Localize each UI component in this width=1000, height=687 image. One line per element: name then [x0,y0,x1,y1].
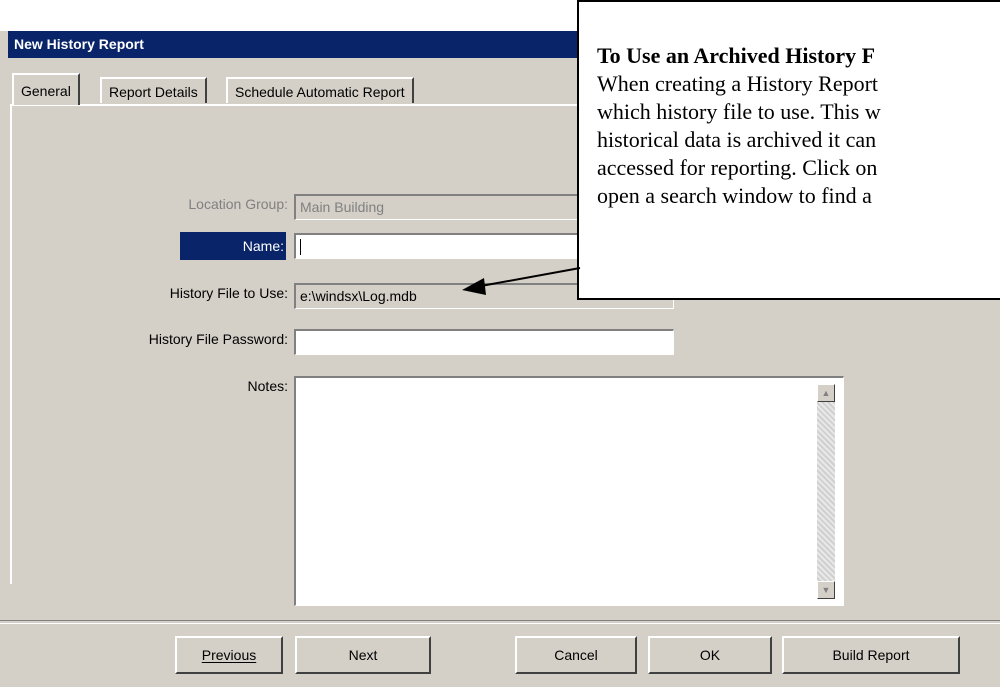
previous-button-label: Previous [201,647,257,663]
tab-report-details[interactable]: Report Details [100,77,207,103]
tab-report-details-label: Report Details [109,84,198,100]
tab-general[interactable]: General [12,73,80,105]
callout-line: accessed for reporting. Click on [597,155,878,180]
cancel-button[interactable]: Cancel [515,636,637,674]
tab-schedule-automatic-report[interactable]: Schedule Automatic Report [226,77,414,103]
previous-button[interactable]: Previous [175,636,283,674]
tab-schedule-label: Schedule Automatic Report [235,84,405,100]
button-separator [0,620,1000,624]
text-cursor [300,239,301,256]
callout-title: To Use an Archived History F [597,43,876,68]
build-report-button[interactable]: Build Report [782,636,960,674]
window-title: New History Report [14,36,144,52]
callout-line: historical data is archived it can [597,127,877,152]
next-button-label: Next [348,647,378,663]
location-group-label: Location Group: [188,196,288,212]
callout-line: which history file to use. This w [597,99,881,124]
scroll-down-icon[interactable]: ▼ [817,581,835,599]
tab-general-label: General [21,83,71,99]
history-password-input[interactable] [294,329,674,355]
next-button[interactable]: Next [295,636,431,674]
callout-line: When creating a History Report [597,71,879,96]
history-file-label: History File to Use: [169,285,288,301]
ok-button-label: OK [699,647,721,663]
callout-line: open a search window to find a [597,183,872,208]
scroll-up-icon[interactable]: ▲ [817,384,835,402]
notes-textarea[interactable]: ▲ ▼ [294,376,844,606]
notes-scrollbar[interactable]: ▲ ▼ [817,384,835,599]
callout-box: To Use an Archived History F When creati… [577,0,1000,300]
cancel-button-label: Cancel [554,647,598,663]
ok-button[interactable]: OK [648,636,772,674]
history-password-label: History File Password: [148,331,288,347]
notes-label: Notes: [247,378,288,394]
build-report-button-label: Build Report [832,647,910,663]
name-label: Name: [180,232,286,260]
